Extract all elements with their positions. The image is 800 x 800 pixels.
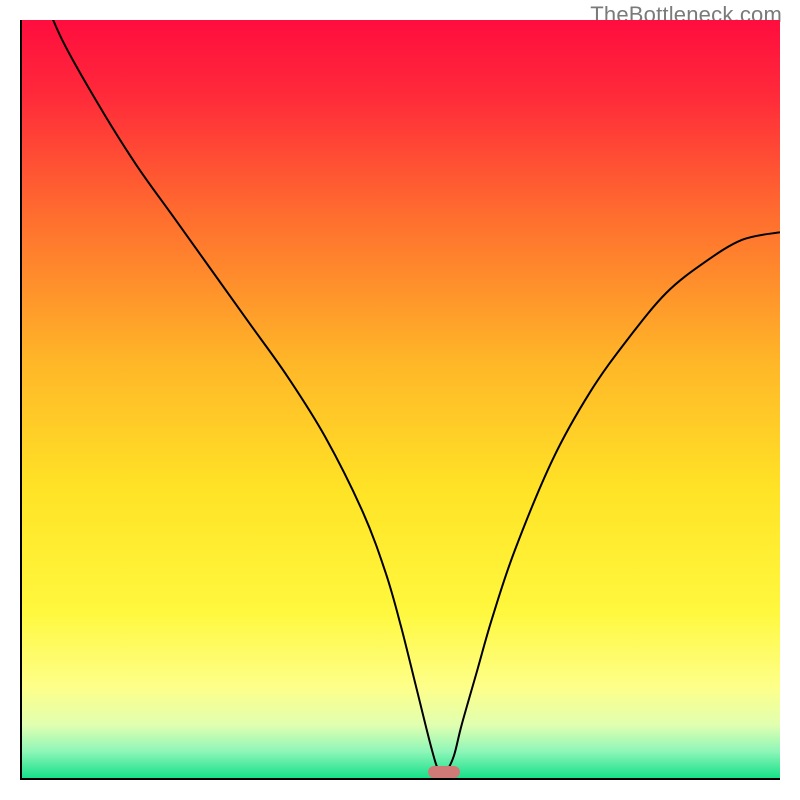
bottleneck-curve	[22, 20, 780, 778]
gradient-background	[22, 20, 780, 778]
plot-area	[20, 20, 780, 780]
chart-stage: TheBottleneck.com	[0, 0, 800, 800]
minimum-marker	[428, 766, 460, 778]
